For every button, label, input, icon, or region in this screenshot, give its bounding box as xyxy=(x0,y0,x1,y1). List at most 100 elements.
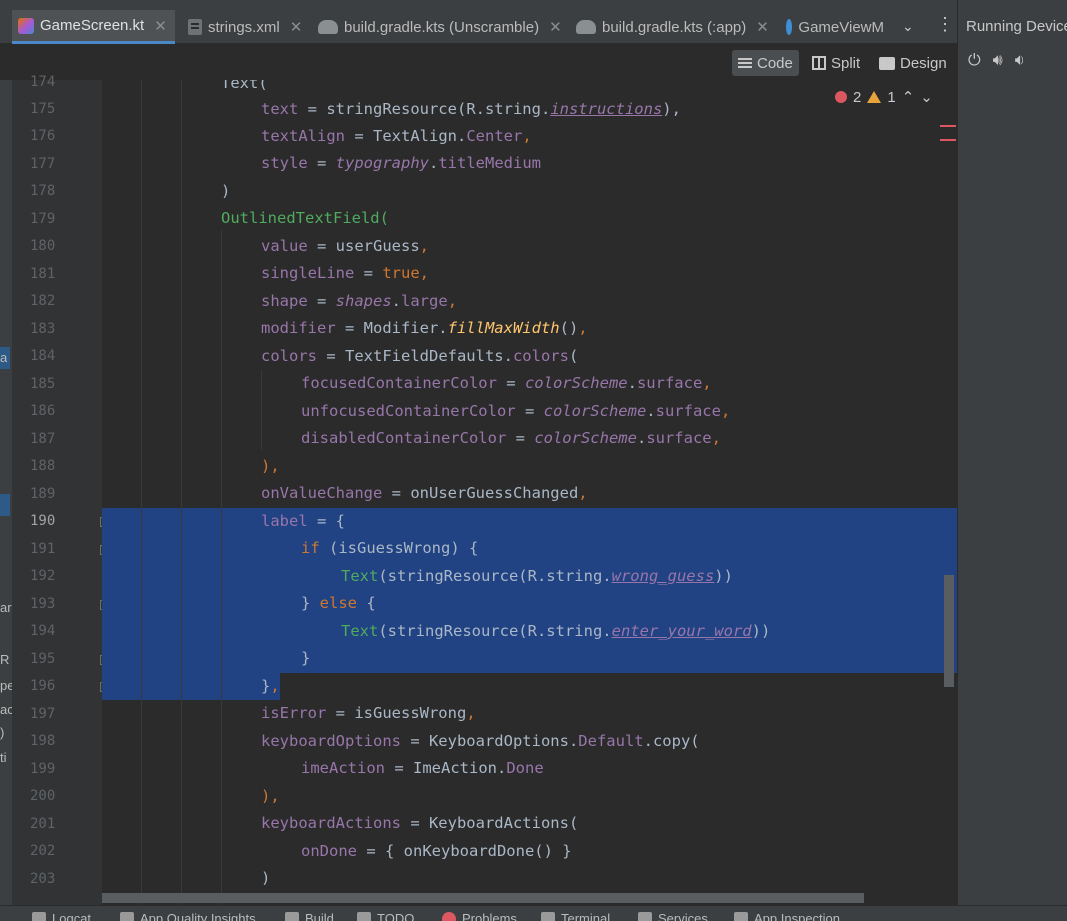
code-line: style = typography.titleMedium xyxy=(261,150,541,177)
chevron-up-icon[interactable]: ⌃ xyxy=(902,88,915,106)
volume-up-icon[interactable]: 🔊︎ xyxy=(993,52,1003,70)
tab-label: GameViewM xyxy=(798,18,884,36)
design-mode-button[interactable]: Design xyxy=(873,50,953,76)
code-token: = xyxy=(307,292,336,310)
terminal-icon xyxy=(541,911,555,921)
code-line: modifier = Modifier.fillMaxWidth(), xyxy=(261,315,588,342)
code-token: = KeyboardActions( xyxy=(400,814,579,832)
code-token: Center xyxy=(466,127,523,145)
xml-file-icon xyxy=(188,19,202,35)
code-token: value xyxy=(261,237,308,255)
line-number: 191 xyxy=(30,541,56,557)
error-icon xyxy=(835,91,847,103)
more-options-icon[interactable]: ⋮ xyxy=(936,14,954,35)
close-icon[interactable]: ✕ xyxy=(290,18,303,36)
code-editor[interactable]: Text( text = stringResource(R.string.ins… xyxy=(102,80,957,905)
code-token: } xyxy=(301,594,320,612)
code-token: ( xyxy=(568,347,579,365)
code-token: Default xyxy=(578,732,644,750)
terminal-tool-button[interactable]: Terminal xyxy=(541,911,610,921)
tab-strings-xml[interactable]: strings.xml ✕ xyxy=(182,10,308,44)
tab-gameviewmodel[interactable]: GameViewM xyxy=(780,10,890,44)
code-token: ), xyxy=(662,100,681,118)
services-tool-button[interactable]: Services xyxy=(638,911,708,921)
device-controls: ⏻ 🔊︎ 🔉︎ xyxy=(968,52,1025,70)
project-panel-edge: a ar R pe ac ) ti xyxy=(0,80,14,905)
vertical-scrollbar[interactable] xyxy=(944,575,954,687)
chevron-down-icon[interactable]: ⌄ xyxy=(920,88,933,106)
code-token: shapes xyxy=(335,292,392,310)
warning-icon xyxy=(867,91,882,103)
project-text-fragment: ) xyxy=(0,725,5,740)
code-line: keyboardActions = KeyboardActions( xyxy=(261,810,578,837)
code-token: = xyxy=(515,402,544,420)
code-token: .copy( xyxy=(643,732,700,750)
close-icon[interactable]: ✕ xyxy=(154,17,167,35)
code-token: true xyxy=(382,264,420,282)
line-number: 187 xyxy=(30,431,56,447)
tab-build-gradle-project[interactable]: build.gradle.kts (Unscramble) ✕ xyxy=(312,10,568,44)
code-icon xyxy=(738,58,752,68)
gradle-icon xyxy=(318,20,338,34)
problems-tool-button[interactable]: Problems xyxy=(442,911,517,921)
tool-label: Logcat xyxy=(52,911,92,921)
horizontal-scrollbar[interactable] xyxy=(102,893,864,903)
code-line: value = userGuess, xyxy=(261,233,429,260)
line-number: 186 xyxy=(30,403,56,419)
code-token: colorScheme xyxy=(524,374,628,392)
running-devices-title: Running Device xyxy=(966,18,1067,35)
hammer-icon xyxy=(285,911,299,921)
todo-tool-button[interactable]: TODO xyxy=(357,911,414,921)
line-number: 176 xyxy=(30,128,56,144)
code-token: text xyxy=(261,100,299,118)
code-token: , xyxy=(419,264,429,282)
code-token: colors xyxy=(261,347,317,365)
inspection-widget[interactable]: 2 1 ⌃ ⌄ xyxy=(835,88,933,106)
code-line: ), xyxy=(261,453,280,480)
code-line: isError = isGuessWrong, xyxy=(261,700,476,727)
code-mode-button[interactable]: Code xyxy=(732,50,799,76)
code-token: = { onKeyboardDone() } xyxy=(357,842,572,860)
error-stripe-mark[interactable] xyxy=(940,139,956,141)
code-label: Code xyxy=(757,54,793,72)
build-tool-button[interactable]: Build xyxy=(285,911,334,921)
close-icon[interactable]: ✕ xyxy=(549,18,562,36)
code-line: if (isGuessWrong) { xyxy=(301,535,478,562)
code-token: disabledContainerColor xyxy=(301,429,507,447)
tool-label: Services xyxy=(658,911,708,921)
code-token: singleLine xyxy=(261,264,355,282)
close-icon[interactable]: ✕ xyxy=(756,18,769,36)
power-icon[interactable]: ⏻ xyxy=(968,52,981,70)
tab-gamescreen[interactable]: GameScreen.kt ✕ xyxy=(12,10,175,44)
chevron-down-icon[interactable]: ⌄ xyxy=(902,18,914,35)
error-stripe-mark[interactable] xyxy=(940,125,956,127)
code-token: instructions xyxy=(550,100,663,118)
code-token: = xyxy=(307,154,336,172)
code-token: shape xyxy=(261,292,308,310)
split-mode-button[interactable]: Split xyxy=(806,50,866,76)
volume-down-icon[interactable]: 🔉︎ xyxy=(1015,52,1025,70)
code-line: keyboardOptions = KeyboardOptions.Defaul… xyxy=(261,728,700,755)
code-line: Text(stringResource(R.string.enter_your_… xyxy=(341,618,770,645)
tab-build-gradle-app[interactable]: build.gradle.kts (:app) ✕ xyxy=(570,10,775,44)
app-inspection-tool-button[interactable]: App Inspection xyxy=(734,911,840,921)
logcat-tool-button[interactable]: Logcat xyxy=(32,911,91,921)
code-token: { xyxy=(357,594,376,612)
code-token: Text xyxy=(341,567,379,585)
logcat-icon xyxy=(32,911,46,921)
code-token: isError xyxy=(261,704,327,722)
project-text-fragment: ar xyxy=(0,600,12,615)
project-text-fragment: a xyxy=(0,350,8,365)
code-token: , xyxy=(720,402,731,420)
app-quality-insights-tool-button[interactable]: App Quality Insights xyxy=(120,911,256,921)
code-token: (stringResource(R.string. xyxy=(378,567,612,585)
project-text-fragment: ti xyxy=(0,750,7,765)
code-token: imeAction xyxy=(301,759,385,777)
code-line: disabledContainerColor = colorScheme.sur… xyxy=(301,425,721,452)
line-number: 174 xyxy=(30,74,56,90)
editor-mode-bar: Code Split Design xyxy=(0,45,957,79)
code-token: , xyxy=(578,319,588,337)
code-token: ) xyxy=(221,182,231,200)
code-token: large xyxy=(401,292,448,310)
code-token: Text xyxy=(341,622,379,640)
